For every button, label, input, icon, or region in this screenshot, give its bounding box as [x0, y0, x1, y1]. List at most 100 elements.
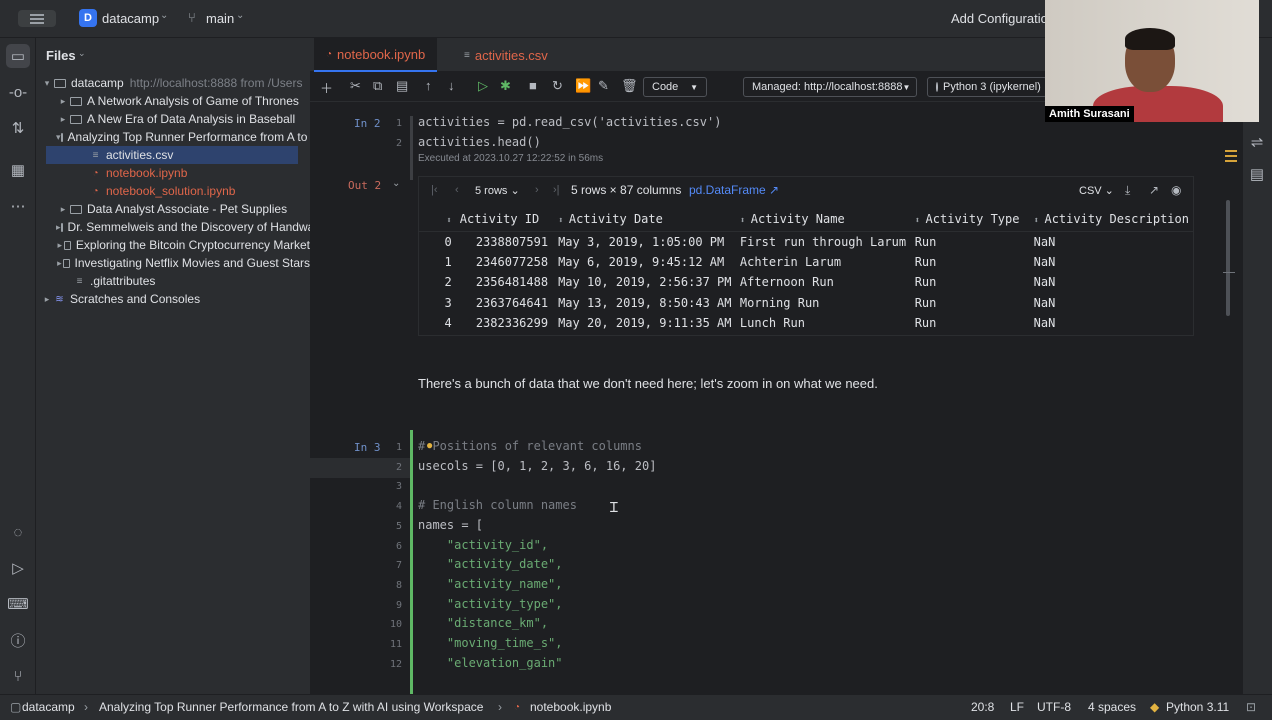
chevron-right-icon[interactable]: ▸: [56, 222, 61, 233]
commit-icon[interactable]: -o-: [6, 80, 30, 104]
copy-icon[interactable]: ⧉: [373, 78, 382, 94]
stop-icon[interactable]: ■: [529, 78, 537, 93]
code-line[interactable]: "moving_time_s",: [418, 636, 563, 650]
restart-icon[interactable]: ↻: [552, 78, 563, 94]
breadcrumb-file[interactable]: notebook.ipynb: [530, 700, 611, 714]
tree-item[interactable]: ≡ .gitattributes: [74, 272, 310, 290]
move-down-icon[interactable]: ↓: [448, 78, 455, 93]
table-row[interactable]: 0 2338807591 May 3, 2019, 1:05:00 PM First …: [419, 231, 1193, 252]
code-line[interactable]: # Positions of relevant columns: [418, 439, 642, 453]
download-icon[interactable]: ⤓: [1125, 183, 1130, 198]
rows-per-page-dropdown[interactable]: 5 rows ⌄: [475, 184, 520, 197]
dataframe-type-link[interactable]: pd.DataFrame ↗: [689, 183, 779, 197]
cell-type-dropdown[interactable]: Code ▼: [643, 77, 707, 97]
interpreter[interactable]: Python 3.11: [1166, 700, 1229, 714]
warning-marker[interactable]: [1225, 155, 1237, 157]
column-header[interactable]: Activity ID: [455, 207, 555, 232]
code-line[interactable]: "activity_id",: [418, 538, 548, 552]
table-row[interactable]: 2 2356481488 May 10, 2019, 2:56:37 PM After…: [419, 272, 1193, 293]
tree-item[interactable]: ▾ Analyzing Top Runner Performance from …: [56, 128, 310, 146]
move-up-icon[interactable]: ↑: [425, 78, 432, 93]
chevron-down-icon[interactable]: ▾: [56, 132, 61, 143]
terminal-icon[interactable]: ⌨: [6, 592, 30, 616]
code-line[interactable]: "activity_type",: [418, 597, 563, 611]
add-cell-icon[interactable]: ＋: [320, 78, 333, 97]
export-format-dropdown[interactable]: CSV ⌄: [1079, 184, 1114, 197]
tab-notebook[interactable]: ◔ notebook.ipynb: [314, 38, 438, 72]
notifications-icon[interactable]: ⇌: [1245, 130, 1269, 154]
open-external-icon[interactable]: ↗: [1149, 183, 1159, 197]
services-icon[interactable]: ▷: [6, 556, 30, 580]
database-icon[interactable]: ▤: [1245, 162, 1269, 186]
tree-item[interactable]: ▸ Data Analyst Associate - Pet Supplies: [56, 200, 310, 218]
chevron-down-icon[interactable]: ⌄: [236, 10, 244, 21]
lightbulb-icon[interactable]: ●: [426, 438, 433, 452]
tree-item[interactable]: ▸ Dr. Semmelweis and the Discovery of Ha…: [56, 218, 310, 236]
tree-item[interactable]: ▸ Exploring the Bitcoin Cryptocurrency M…: [56, 236, 311, 254]
project-selector[interactable]: datacamp: [102, 11, 159, 26]
git-icon[interactable]: ⑂: [6, 664, 30, 688]
column-header[interactable]: ⬍ Activity Type: [910, 207, 1030, 232]
code-line[interactable]: "distance_km",: [418, 616, 548, 630]
chevron-right-icon[interactable]: ▸: [56, 240, 64, 251]
column-header[interactable]: ⬍ Activity Name: [735, 207, 911, 232]
code-line[interactable]: "elevation_gain": [418, 656, 563, 670]
run-all-icon[interactable]: ⏩: [575, 78, 591, 94]
debug-icon[interactable]: ✱: [500, 78, 511, 94]
column-header[interactable]: ⬍ Activity Description: [1029, 207, 1193, 232]
structure-icon[interactable]: ▦: [6, 158, 30, 182]
clear-outputs-icon[interactable]: ✎: [598, 78, 609, 94]
lock-icon[interactable]: ⊡: [1246, 700, 1256, 714]
prev-page-icon[interactable]: ‹: [455, 184, 459, 196]
code-line[interactable]: # English column names: [418, 498, 577, 512]
code-line[interactable]: names = [: [418, 518, 483, 532]
run-icon[interactable]: ▷: [478, 78, 488, 94]
markdown-cell[interactable]: There's a bunch of data that we don't ne…: [418, 376, 878, 391]
code-line[interactable]: "activity_name",: [418, 577, 563, 591]
pull-request-icon[interactable]: ⇅: [6, 116, 30, 140]
problems-icon[interactable]: ⓘ: [6, 628, 30, 652]
branch-selector[interactable]: main: [206, 11, 234, 26]
more-icon[interactable]: ⋯: [6, 194, 30, 218]
code-line[interactable]: usecols = [0, 1, 2, 3, 6, 16, 20]: [418, 459, 656, 473]
column-header[interactable]: ⬍: [419, 207, 456, 232]
line-separator[interactable]: LF: [1010, 700, 1024, 714]
code-line[interactable]: activities.head(): [418, 135, 541, 149]
collapse-output-icon[interactable]: ⌄: [392, 178, 400, 189]
warning-marker[interactable]: [1225, 150, 1237, 152]
project-badge[interactable]: D: [79, 9, 97, 27]
chevron-right-icon[interactable]: ▸: [56, 258, 63, 269]
first-page-icon[interactable]: |‹: [431, 184, 438, 196]
tree-item[interactable]: ◔ notebook.ipynb: [90, 164, 310, 182]
chevron-right-icon[interactable]: ▸: [40, 294, 54, 305]
last-page-icon[interactable]: ›|: [553, 184, 560, 196]
tree-item-root[interactable]: ▾ datacamp http://localhost:8888 from /Us…: [40, 74, 310, 92]
panel-title[interactable]: Files: [46, 48, 76, 63]
python-console-icon[interactable]: ◌: [6, 520, 30, 544]
table-row[interactable]: 4 2382336299 May 20, 2019, 9:11:35 AM Lunch…: [419, 313, 1193, 334]
cut-icon[interactable]: ✂: [350, 78, 361, 94]
main-menu-button[interactable]: [18, 10, 56, 27]
server-dropdown[interactable]: Managed: http://localhost:8888 ▼: [743, 77, 917, 97]
table-row[interactable]: 1 2346077258 May 6, 2019, 9:45:12 AM Achter…: [419, 252, 1193, 273]
caret-position[interactable]: 20:8: [971, 700, 994, 714]
column-header[interactable]: ⬍ Activity Date: [554, 207, 736, 232]
tree-item[interactable]: ▸ A New Era of Data Analysis in Baseball: [56, 110, 310, 128]
chevron-down-icon[interactable]: ⌄: [78, 48, 86, 59]
code-line[interactable]: activities = pd.read_csv('activities.csv…: [418, 115, 721, 129]
chevron-down-icon[interactable]: ▾: [40, 78, 54, 89]
chevron-right-icon[interactable]: ▸: [56, 114, 70, 125]
tab-activities-csv[interactable]: ≡ activities.csv: [452, 38, 560, 72]
chevron-down-icon[interactable]: ⌄: [160, 10, 168, 21]
tree-item[interactable]: ▸ Investigating Netflix Movies and Guest…: [56, 254, 310, 272]
indent-setting[interactable]: 4 spaces: [1088, 700, 1136, 714]
file-encoding[interactable]: UTF-8: [1037, 700, 1071, 714]
tree-item[interactable]: ▸ ≋ Scratches and Consoles: [40, 290, 310, 308]
tree-item[interactable]: ▸ A Network Analysis of Game of Thrones: [56, 92, 310, 110]
eye-icon[interactable]: ◉: [1171, 183, 1181, 197]
paste-icon[interactable]: ▤: [396, 78, 408, 94]
tree-item-selected[interactable]: ≡ activities.csv: [46, 146, 298, 164]
warning-marker[interactable]: [1225, 160, 1237, 162]
table-row[interactable]: 3 2363764641 May 13, 2019, 8:50:43 AM Morni…: [419, 293, 1193, 314]
chevron-right-icon[interactable]: ▸: [56, 204, 70, 215]
